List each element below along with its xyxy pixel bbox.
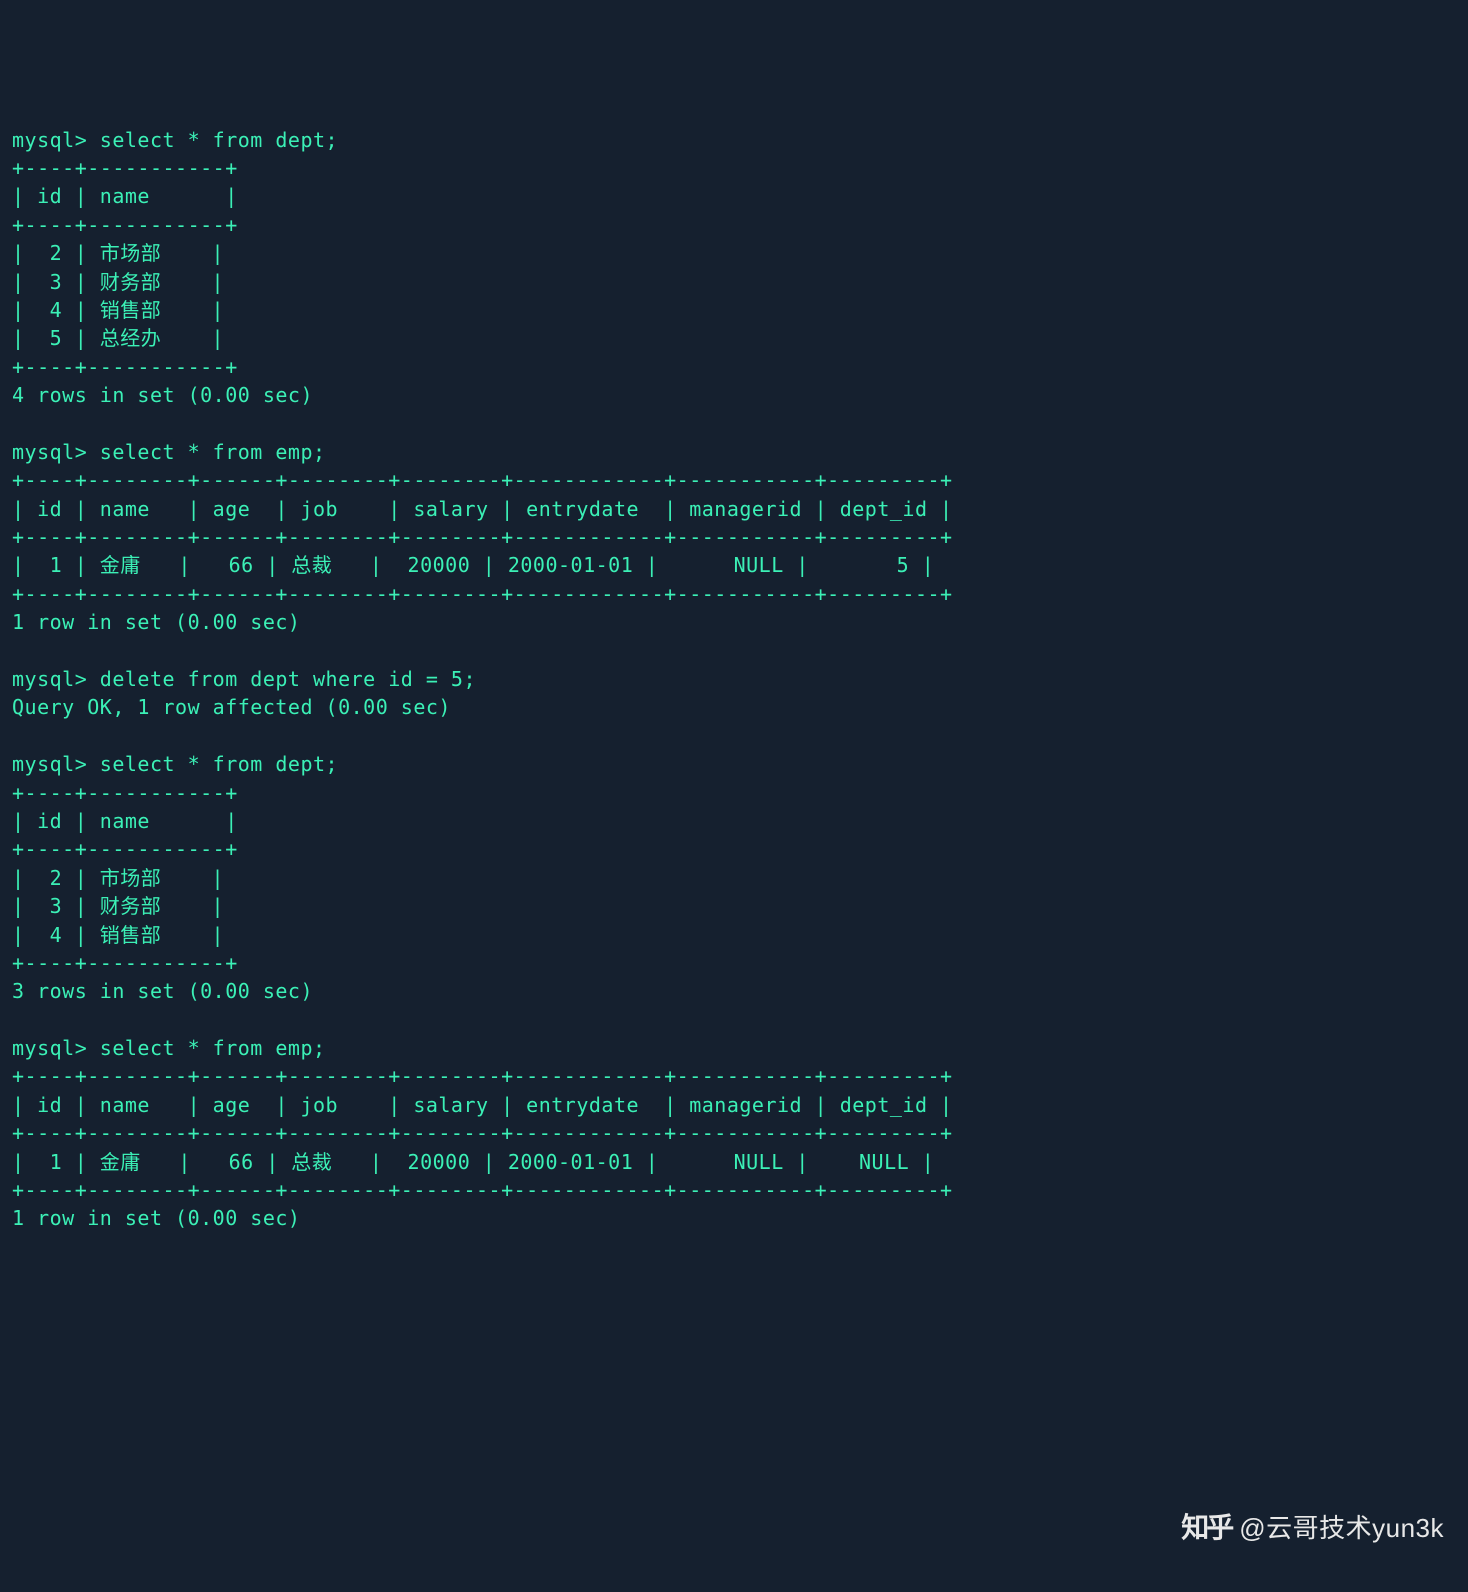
terminal-output[interactable]: mysql> select * from dept; +----+-------…: [12, 126, 1456, 1233]
watermark-text: @云哥技术yun3k: [1239, 1510, 1444, 1547]
zhihu-logo-icon: 知乎: [1181, 1508, 1231, 1548]
watermark: 知乎 @云哥技术yun3k: [1181, 1508, 1444, 1548]
